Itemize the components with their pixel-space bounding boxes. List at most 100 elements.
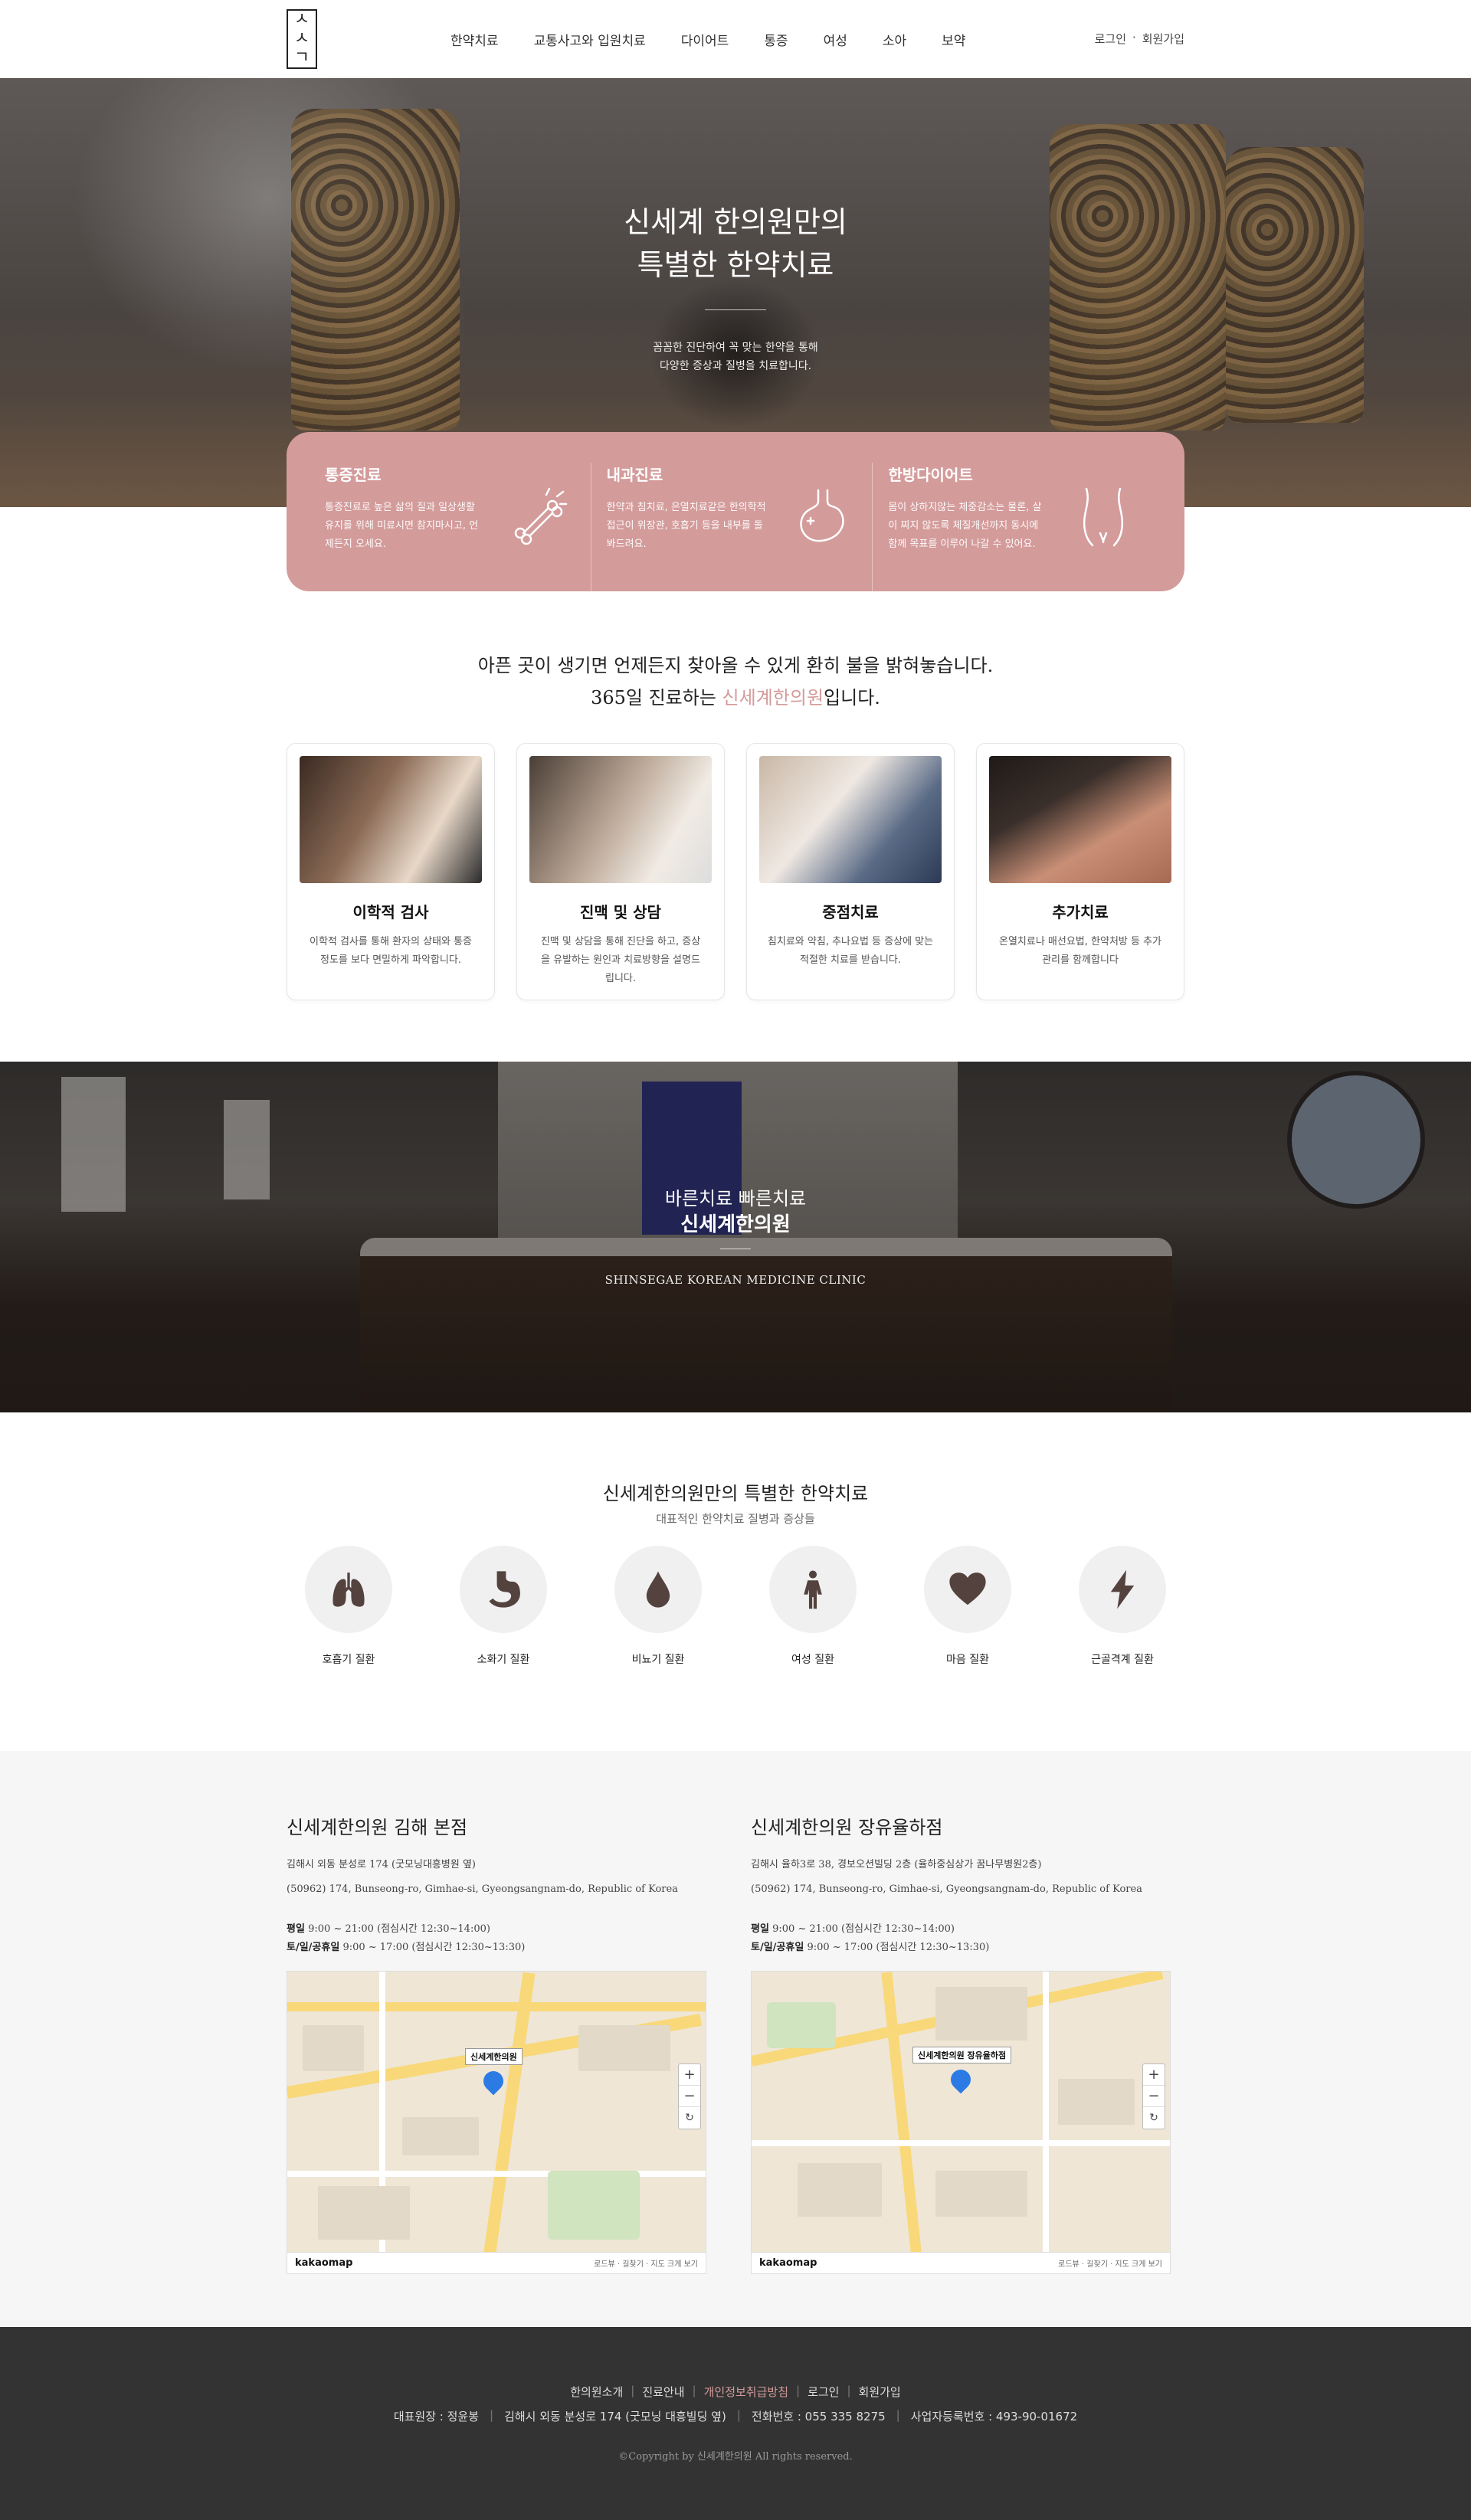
footer-link-login[interactable]: 로그인 xyxy=(808,2384,839,2400)
refresh-icon[interactable]: ↻ xyxy=(679,2107,700,2129)
kakao-map[interactable]: 신세계한의원 장유율하점 + − ↻ kakaomap 로드뷰 · 길찾기 · … xyxy=(751,1971,1171,2274)
feature-title: 내과진료 xyxy=(606,466,663,484)
zoom-in-button[interactable]: + xyxy=(679,2064,700,2086)
service-desc: 침치료와 약침, 추나요법 등 증상에 맞는 적절한 치료를 받습니다. xyxy=(767,936,934,966)
footer-director: 대표원장 : 정윤봉 xyxy=(393,2410,480,2423)
address-english: (50962) 174, Bunseong-ro, Gimhae-si, Gye… xyxy=(751,1883,1142,1895)
feature-pain[interactable]: 통증진료 통증진료로 높은 삶의 질과 일상생활 유지를 위해 미료시면 참지마… xyxy=(325,463,591,591)
map-links[interactable]: 로드뷰 · 길찾기 · 지도 크게 보기 xyxy=(594,2257,698,2269)
service-desc: 진맥 및 상담을 통해 진단을 하고, 증상을 유발하는 원인과 치료방향을 설… xyxy=(540,936,701,984)
treatment-label: 여성 질환 xyxy=(791,1654,834,1666)
exam-photo xyxy=(300,756,482,883)
zoom-in-button[interactable]: + xyxy=(1143,2064,1165,2086)
kakao-map[interactable]: 신세계한의원 + − ↻ kakaomap 로드뷰 · 길찾기 · 지도 크게 … xyxy=(287,1971,706,2274)
user-menu: 로그인 · 회원가입 xyxy=(1095,31,1184,47)
hero-divider xyxy=(705,309,766,310)
map-road xyxy=(1043,1972,1049,2273)
nav-item-diet[interactable]: 다이어트 xyxy=(681,30,729,49)
footer-link-signup[interactable]: 회원가입 xyxy=(859,2384,901,2400)
map-footer: kakaomap 로드뷰 · 길찾기 · 지도 크게 보기 xyxy=(287,2252,706,2273)
map-links[interactable]: 로드뷰 · 길찾기 · 지도 크게 보기 xyxy=(1058,2257,1162,2269)
band-title: 바른치료 빠른치료 신세계한의원 xyxy=(0,1186,1471,1238)
login-link[interactable]: 로그인 xyxy=(1095,31,1126,47)
feature-desc: 한약과 침치료, 은열치료같은 한의학적 접근이 위장관, 호흡기 등을 내부를… xyxy=(606,502,766,550)
treatment-women[interactable]: 여성 질환 xyxy=(769,1546,857,1667)
icon-circle xyxy=(460,1546,547,1633)
nav-item-women[interactable]: 여성 xyxy=(824,30,847,49)
consult-photo xyxy=(529,756,712,883)
service-desc: 온열치료나 매선요법, 한약처방 등 추가 관리를 함께합니다 xyxy=(998,936,1162,966)
signup-link[interactable]: 회원가입 xyxy=(1142,31,1184,47)
footer-link-guide[interactable]: 진료안내 xyxy=(642,2384,684,2400)
map-block xyxy=(798,2163,882,2217)
branch-gimhae: 신세계한의원 김해 본점 김해시 외동 분성로 174 (굿모닝대흥병원 옆) … xyxy=(287,1812,706,2274)
main-nav: 한약치료 교통사고와 입원치료 다이어트 통증 여성 소아 보약 xyxy=(450,0,965,78)
footer-separator: | xyxy=(736,2408,741,2422)
refresh-icon[interactable]: ↻ xyxy=(1143,2107,1165,2129)
intro-message: 아픈 곳이 생기면 언제든지 찾아올 수 있게 환히 불을 밝혀놓습니다. 36… xyxy=(0,650,1471,714)
zoom-out-button[interactable]: − xyxy=(679,2086,700,2107)
service-card[interactable]: 추가치료 온열치료나 매선요법, 한약처방 등 추가 관리를 함께합니다 xyxy=(976,743,1184,1000)
nav-item-accident[interactable]: 교통사고와 입원치료 xyxy=(534,30,646,49)
feature-internal[interactable]: 내과진료 한약과 침치료, 은열치료같은 한의학적 접근이 위장관, 호흡기 등… xyxy=(590,463,873,591)
clinic-name-highlight: 신세계한의원 xyxy=(722,687,824,709)
treatment-urinary[interactable]: 비뇨기 질환 xyxy=(614,1546,702,1667)
footer-link-about[interactable]: 한의원소개 xyxy=(570,2384,623,2400)
hero-subtitle: 꼼꼼한 진단하여 꼭 맞는 한약을 통해 다양한 증상과 질병을 치료합니다. xyxy=(0,339,1471,375)
hero-title-line2: 특별한 한약치료 xyxy=(637,248,834,282)
map-pin-icon[interactable] xyxy=(479,2067,508,2096)
nav-item-herbal[interactable]: 한약치료 xyxy=(450,30,499,49)
treatment-digestive[interactable]: 소화기 질환 xyxy=(460,1546,547,1667)
map-block xyxy=(402,2117,479,2155)
hero-sub-line2: 다양한 증상과 질병을 치료합니다. xyxy=(659,360,812,372)
band-english-name: SHINSEGAE KOREAN MEDICINE CLINIC xyxy=(604,1273,867,1287)
service-card[interactable]: 이학적 검사 이학적 검사를 통해 환자의 상태와 통증 정도를 보다 면밀하게… xyxy=(287,743,495,1000)
footer-separator: | xyxy=(796,2384,801,2397)
zoom-out-button[interactable]: − xyxy=(1143,2086,1165,2107)
nav-item-pain[interactable]: 통증 xyxy=(764,30,788,49)
service-card[interactable]: 중점치료 침치료와 약침, 추나요법 등 증상에 맞는 적절한 치료를 받습니다… xyxy=(746,743,955,1000)
stomach-icon xyxy=(489,1571,520,1608)
treatment-musculoskeletal[interactable]: 근골격계 질환 xyxy=(1079,1546,1166,1667)
heart-icon xyxy=(949,1573,986,1605)
feature-diet[interactable]: 한방다이어트 몸이 상하지않는 체중감소는 물론, 살이 찌지 않도록 체질개선… xyxy=(872,463,1154,591)
icon-circle xyxy=(924,1546,1011,1633)
band-line2: 신세계한의원 xyxy=(680,1213,791,1236)
service-cards: 이학적 검사 이학적 검사를 통해 환자의 상태와 통증 정도를 보다 면밀하게… xyxy=(287,743,1184,1000)
intro-text: 365일 진료하는 xyxy=(591,687,722,709)
footer-copyright: ©Copyright by 신세계한의원 All rights reserved… xyxy=(618,2451,853,2463)
footer-link-privacy[interactable]: 개인정보취급방침 xyxy=(704,2384,788,2400)
icon-circle xyxy=(1079,1546,1166,1633)
lungs-icon xyxy=(333,1573,365,1607)
service-card[interactable]: 진맥 및 상담 진맥 및 상담을 통해 진단을 하고, 증상을 유발하는 원인과… xyxy=(516,743,725,1000)
service-title: 진맥 및 상담 xyxy=(580,903,661,921)
nav-item-kids[interactable]: 소아 xyxy=(883,30,906,49)
branches-section: 신세계한의원 김해 본점 김해시 외동 분성로 174 (굿모닝대흥병원 옆) … xyxy=(0,1751,1471,2327)
treatment-respiratory[interactable]: 호흡기 질환 xyxy=(305,1546,392,1667)
bone-icon xyxy=(514,487,567,545)
branch-address: 김해시 율하3로 38, 경보오션빌딩 2층 (율하중심상가 꿈나무병원2층) … xyxy=(751,1853,1171,1902)
service-desc: 이학적 검사를 통해 환자의 상태와 통증 정도를 보다 면밀하게 파악합니다. xyxy=(309,936,473,966)
treatment-icons: 호흡기 질환 소화기 질환 비뇨기 질환 여성 질환 마음 질환 근골격계 질환 xyxy=(305,1546,1166,1667)
map-road xyxy=(881,1972,924,2273)
service-title: 추가치료 xyxy=(1052,903,1109,921)
map-pin-icon[interactable] xyxy=(946,2065,975,2094)
footer-separator: | xyxy=(490,2408,494,2422)
address-korean: 김해시 외동 분성로 174 (굿모닝대흥병원 옆) xyxy=(287,1859,476,1870)
footer-info: 대표원장 : 정윤봉 | 김해시 외동 분성로 174 (굿모닝 대흥빌딩 옆)… xyxy=(0,2408,1471,2424)
hero-sub-line1: 꼼꼼한 진단하여 꼭 맞는 한약을 통해 xyxy=(653,342,818,354)
footer-separator: | xyxy=(692,2384,696,2397)
icon-circle xyxy=(614,1546,702,1633)
treatment-mind[interactable]: 마음 질환 xyxy=(924,1546,1011,1667)
feature-desc: 몸이 상하지않는 체중감소는 물론, 살이 찌지 않도록 체질개선까지 동시에 … xyxy=(888,502,1042,550)
hours-value: 9:00 ~ 21:00 (점심시간 12:30~14:00) xyxy=(308,1923,490,1935)
branch-jangyu: 신세계한의원 장유율하점 김해시 율하3로 38, 경보오션빌딩 2층 (율하중… xyxy=(751,1812,1171,2274)
map-road xyxy=(480,1972,536,2273)
site-logo[interactable]: ㅅㅅㄱ xyxy=(287,9,317,69)
nav-item-tonic[interactable]: 보약 xyxy=(942,30,965,49)
map-block xyxy=(303,2025,364,2071)
map-location-label: 신세계한의원 장유율하점 xyxy=(912,2047,1012,2063)
map-road xyxy=(287,2171,706,2177)
util-separator: · xyxy=(1132,31,1136,44)
additional-care-photo xyxy=(989,756,1171,883)
